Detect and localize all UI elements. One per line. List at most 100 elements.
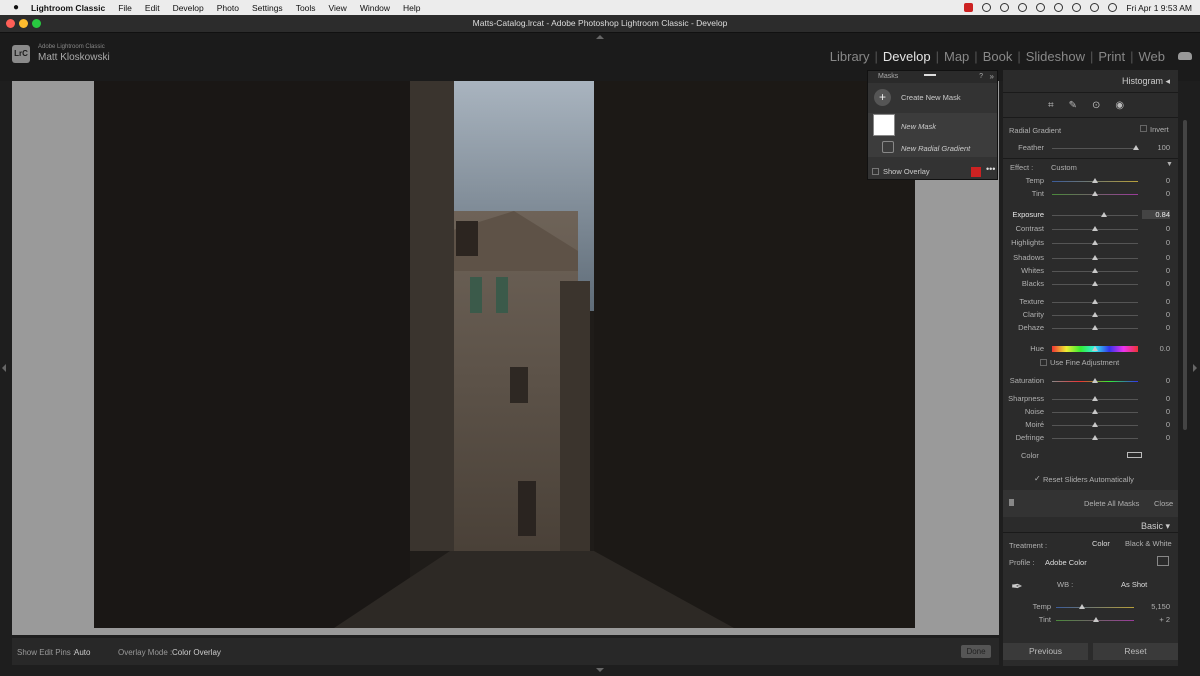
temp-thumb[interactable] (1092, 178, 1098, 183)
saturation-value[interactable]: 0 (1150, 376, 1170, 385)
noise-value[interactable]: 0 (1150, 407, 1170, 416)
basic-tint-thumb[interactable] (1093, 617, 1099, 622)
sharpness-value[interactable]: 0 (1150, 394, 1170, 403)
noise-thumb[interactable] (1092, 409, 1098, 414)
invert-checkbox[interactable] (1140, 125, 1147, 132)
highlights-thumb[interactable] (1092, 240, 1098, 245)
wb-dropdown[interactable]: As Shot (1121, 580, 1147, 589)
menu-view[interactable]: View (329, 3, 347, 13)
overlay-color-swatch[interactable] (971, 167, 981, 177)
menu-window[interactable]: Window (360, 3, 390, 13)
more-options-icon[interactable]: ••• (986, 164, 995, 174)
record-icon[interactable] (964, 3, 974, 12)
basic-temp-thumb[interactable] (1079, 604, 1085, 609)
cloud-icon[interactable] (1178, 52, 1192, 60)
apple-menu-icon[interactable]: ● (13, 2, 19, 13)
bottom-panel-toggle-icon[interactable] (596, 668, 604, 672)
reset-sliders-checkbox[interactable]: ✓ (1034, 474, 1041, 483)
exposure-slider[interactable] (1052, 215, 1138, 216)
masking-tool-icon[interactable]: ◉ (1115, 100, 1124, 111)
profile-dropdown[interactable]: Adobe Color (1045, 558, 1087, 567)
mask-list-item[interactable]: New Mask New Radial Gradient (868, 113, 997, 157)
contrast-thumb[interactable] (1092, 226, 1098, 231)
basic-temp-slider[interactable] (1056, 607, 1134, 608)
menu-settings[interactable]: Settings (252, 3, 283, 13)
menu-help[interactable]: Help (403, 3, 420, 13)
photo[interactable] (94, 81, 915, 628)
treatment-color-button[interactable]: Color (1092, 539, 1110, 548)
module-library[interactable]: Library (830, 49, 870, 64)
profile-browser-icon[interactable] (1157, 556, 1169, 566)
done-button[interactable]: Done (961, 645, 991, 658)
shadows-value[interactable]: 0 (1150, 253, 1170, 262)
effect-preset-dropdown[interactable]: Custom (1051, 163, 1077, 172)
feather-value[interactable]: 100 (1150, 143, 1170, 152)
redeye-tool-icon[interactable]: ⊙ (1092, 100, 1100, 111)
exposure-thumb[interactable] (1100, 212, 1107, 217)
masks-grip-icon[interactable] (924, 74, 936, 76)
module-slideshow[interactable]: Slideshow (1026, 49, 1085, 64)
control-center-icon[interactable] (1090, 3, 1100, 12)
sharpness-thumb[interactable] (1092, 396, 1098, 401)
defringe-thumb[interactable] (1092, 435, 1098, 440)
module-web[interactable]: Web (1139, 49, 1166, 64)
close-masks-button[interactable]: Close (1154, 499, 1173, 508)
defringe-value[interactable]: 0 (1150, 433, 1170, 442)
top-panel-toggle-icon[interactable] (596, 35, 604, 39)
menu-photo[interactable]: Photo (217, 3, 239, 13)
effect-collapse-icon[interactable]: ▼ (1166, 161, 1173, 168)
feather-slider[interactable] (1052, 148, 1138, 149)
module-map[interactable]: Map (944, 49, 969, 64)
masks-header[interactable]: Masks ? » (868, 71, 997, 83)
histogram-header[interactable]: Histogram ◂ (1122, 76, 1170, 87)
feather-thumb[interactable] (1133, 145, 1139, 150)
blacks-value[interactable]: 0 (1150, 279, 1170, 288)
right-panel-scrollbar[interactable] (1183, 120, 1187, 430)
wb-eyedropper-icon[interactable]: ✒ (1011, 578, 1031, 598)
create-new-mask-button[interactable]: + Create New Mask (874, 89, 994, 107)
tint-value[interactable]: 0 (1150, 189, 1170, 198)
texture-thumb[interactable] (1092, 299, 1098, 304)
wifi-icon[interactable] (1054, 3, 1064, 12)
basic-temp-value[interactable]: 5,150 (1150, 602, 1170, 611)
moir-value[interactable]: 0 (1150, 420, 1170, 429)
menubar-clock[interactable]: Fri Apr 1 9:53 AM (1126, 3, 1192, 13)
clarity-thumb[interactable] (1092, 312, 1098, 317)
tint-thumb[interactable] (1092, 191, 1098, 196)
contrast-value[interactable]: 0 (1150, 224, 1170, 233)
texture-value[interactable]: 0 (1150, 297, 1170, 306)
saturation-thumb[interactable] (1092, 378, 1098, 383)
menu-file[interactable]: File (118, 3, 132, 13)
whites-thumb[interactable] (1092, 268, 1098, 273)
search-icon[interactable] (1072, 3, 1082, 12)
module-book[interactable]: Book (983, 49, 1013, 64)
color-swatch-picker[interactable] (1127, 452, 1142, 458)
hue-value[interactable]: 0.0 (1150, 344, 1170, 353)
show-overlay-checkbox[interactable] (872, 168, 879, 175)
treatment-bw-button[interactable]: Black & White (1125, 539, 1172, 548)
cc-icon[interactable] (982, 3, 992, 12)
dehaze-value[interactable]: 0 (1150, 323, 1170, 332)
left-panel-toggle-icon[interactable] (2, 364, 6, 372)
basic-tint-value[interactable]: + 2 (1150, 615, 1170, 624)
menu-edit[interactable]: Edit (145, 3, 160, 13)
reset-button[interactable]: Reset (1093, 643, 1178, 660)
healing-tool-icon[interactable]: ✎ (1069, 100, 1077, 111)
control-icon[interactable] (1036, 3, 1046, 12)
moir-thumb[interactable] (1092, 422, 1098, 427)
shadows-thumb[interactable] (1092, 255, 1098, 260)
delete-all-masks-button[interactable]: Delete All Masks (1084, 499, 1139, 508)
dehaze-thumb[interactable] (1092, 325, 1098, 330)
status-icon[interactable] (1000, 3, 1010, 12)
crop-tool-icon[interactable]: ⌗ (1048, 100, 1054, 111)
module-print[interactable]: Print (1098, 49, 1125, 64)
previous-button[interactable]: Previous (1003, 643, 1088, 660)
moon-icon[interactable] (1018, 3, 1028, 12)
menu-develop[interactable]: Develop (173, 3, 204, 13)
blacks-thumb[interactable] (1092, 281, 1098, 286)
module-develop[interactable]: Develop (883, 49, 931, 64)
help-icon[interactable]: ? (979, 71, 983, 83)
edit-pins-dropdown[interactable]: Auto (74, 648, 90, 657)
highlights-value[interactable]: 0 (1150, 238, 1170, 247)
overlay-mode-dropdown[interactable]: Color Overlay (172, 648, 221, 657)
